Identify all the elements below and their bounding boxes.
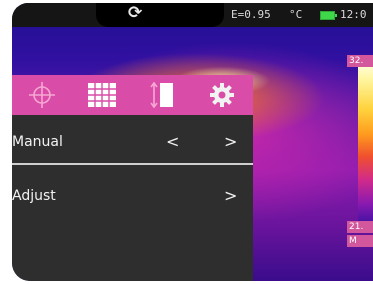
tab-grid[interactable]: [72, 75, 132, 115]
menu-row-adjust[interactable]: Adjust >: [12, 179, 253, 215]
menu-row-label: Manual: [12, 134, 63, 150]
thermal-screen: ⟳ E=0.95 °C 12:0 32. 21. M Manual < > Ad…: [12, 3, 373, 281]
unit-readout: °C: [289, 8, 303, 21]
emissivity-readout: E=0.95: [231, 8, 271, 21]
status-notch: [96, 3, 224, 27]
tab-crosshair[interactable]: [12, 75, 72, 115]
previous-button[interactable]: <: [166, 132, 179, 151]
settings-menu: Manual < > Adjust >: [12, 75, 253, 281]
menu-row-label: Adjust: [12, 188, 56, 204]
scale-max-label: 32.: [347, 55, 373, 67]
gear-icon: [210, 83, 234, 107]
menu-row-manual[interactable]: Manual < >: [12, 125, 253, 161]
scale-min-label: 21.: [347, 221, 373, 233]
battery-icon: [320, 11, 337, 20]
scale-mode-label: M: [347, 235, 373, 247]
grid-icon: [88, 83, 116, 107]
status-bar: ⟳ E=0.95 °C 12:0: [12, 3, 373, 27]
device-frame: ⟳ E=0.95 °C 12:0 32. 21. M Manual < > Ad…: [0, 0, 373, 284]
menu-divider: [12, 163, 253, 165]
chevron-right-icon[interactable]: >: [224, 186, 237, 205]
tab-scale[interactable]: [132, 75, 192, 115]
next-button[interactable]: >: [224, 132, 237, 151]
clock-readout: 12:0: [340, 8, 367, 21]
temperature-scale-icon: [150, 81, 173, 109]
temperature-scale-bar: [358, 59, 373, 227]
menu-tab-bar: [12, 75, 253, 115]
crosshair-icon: [29, 82, 55, 108]
tab-settings[interactable]: [192, 75, 252, 115]
refresh-icon[interactable]: ⟳: [128, 3, 142, 23]
